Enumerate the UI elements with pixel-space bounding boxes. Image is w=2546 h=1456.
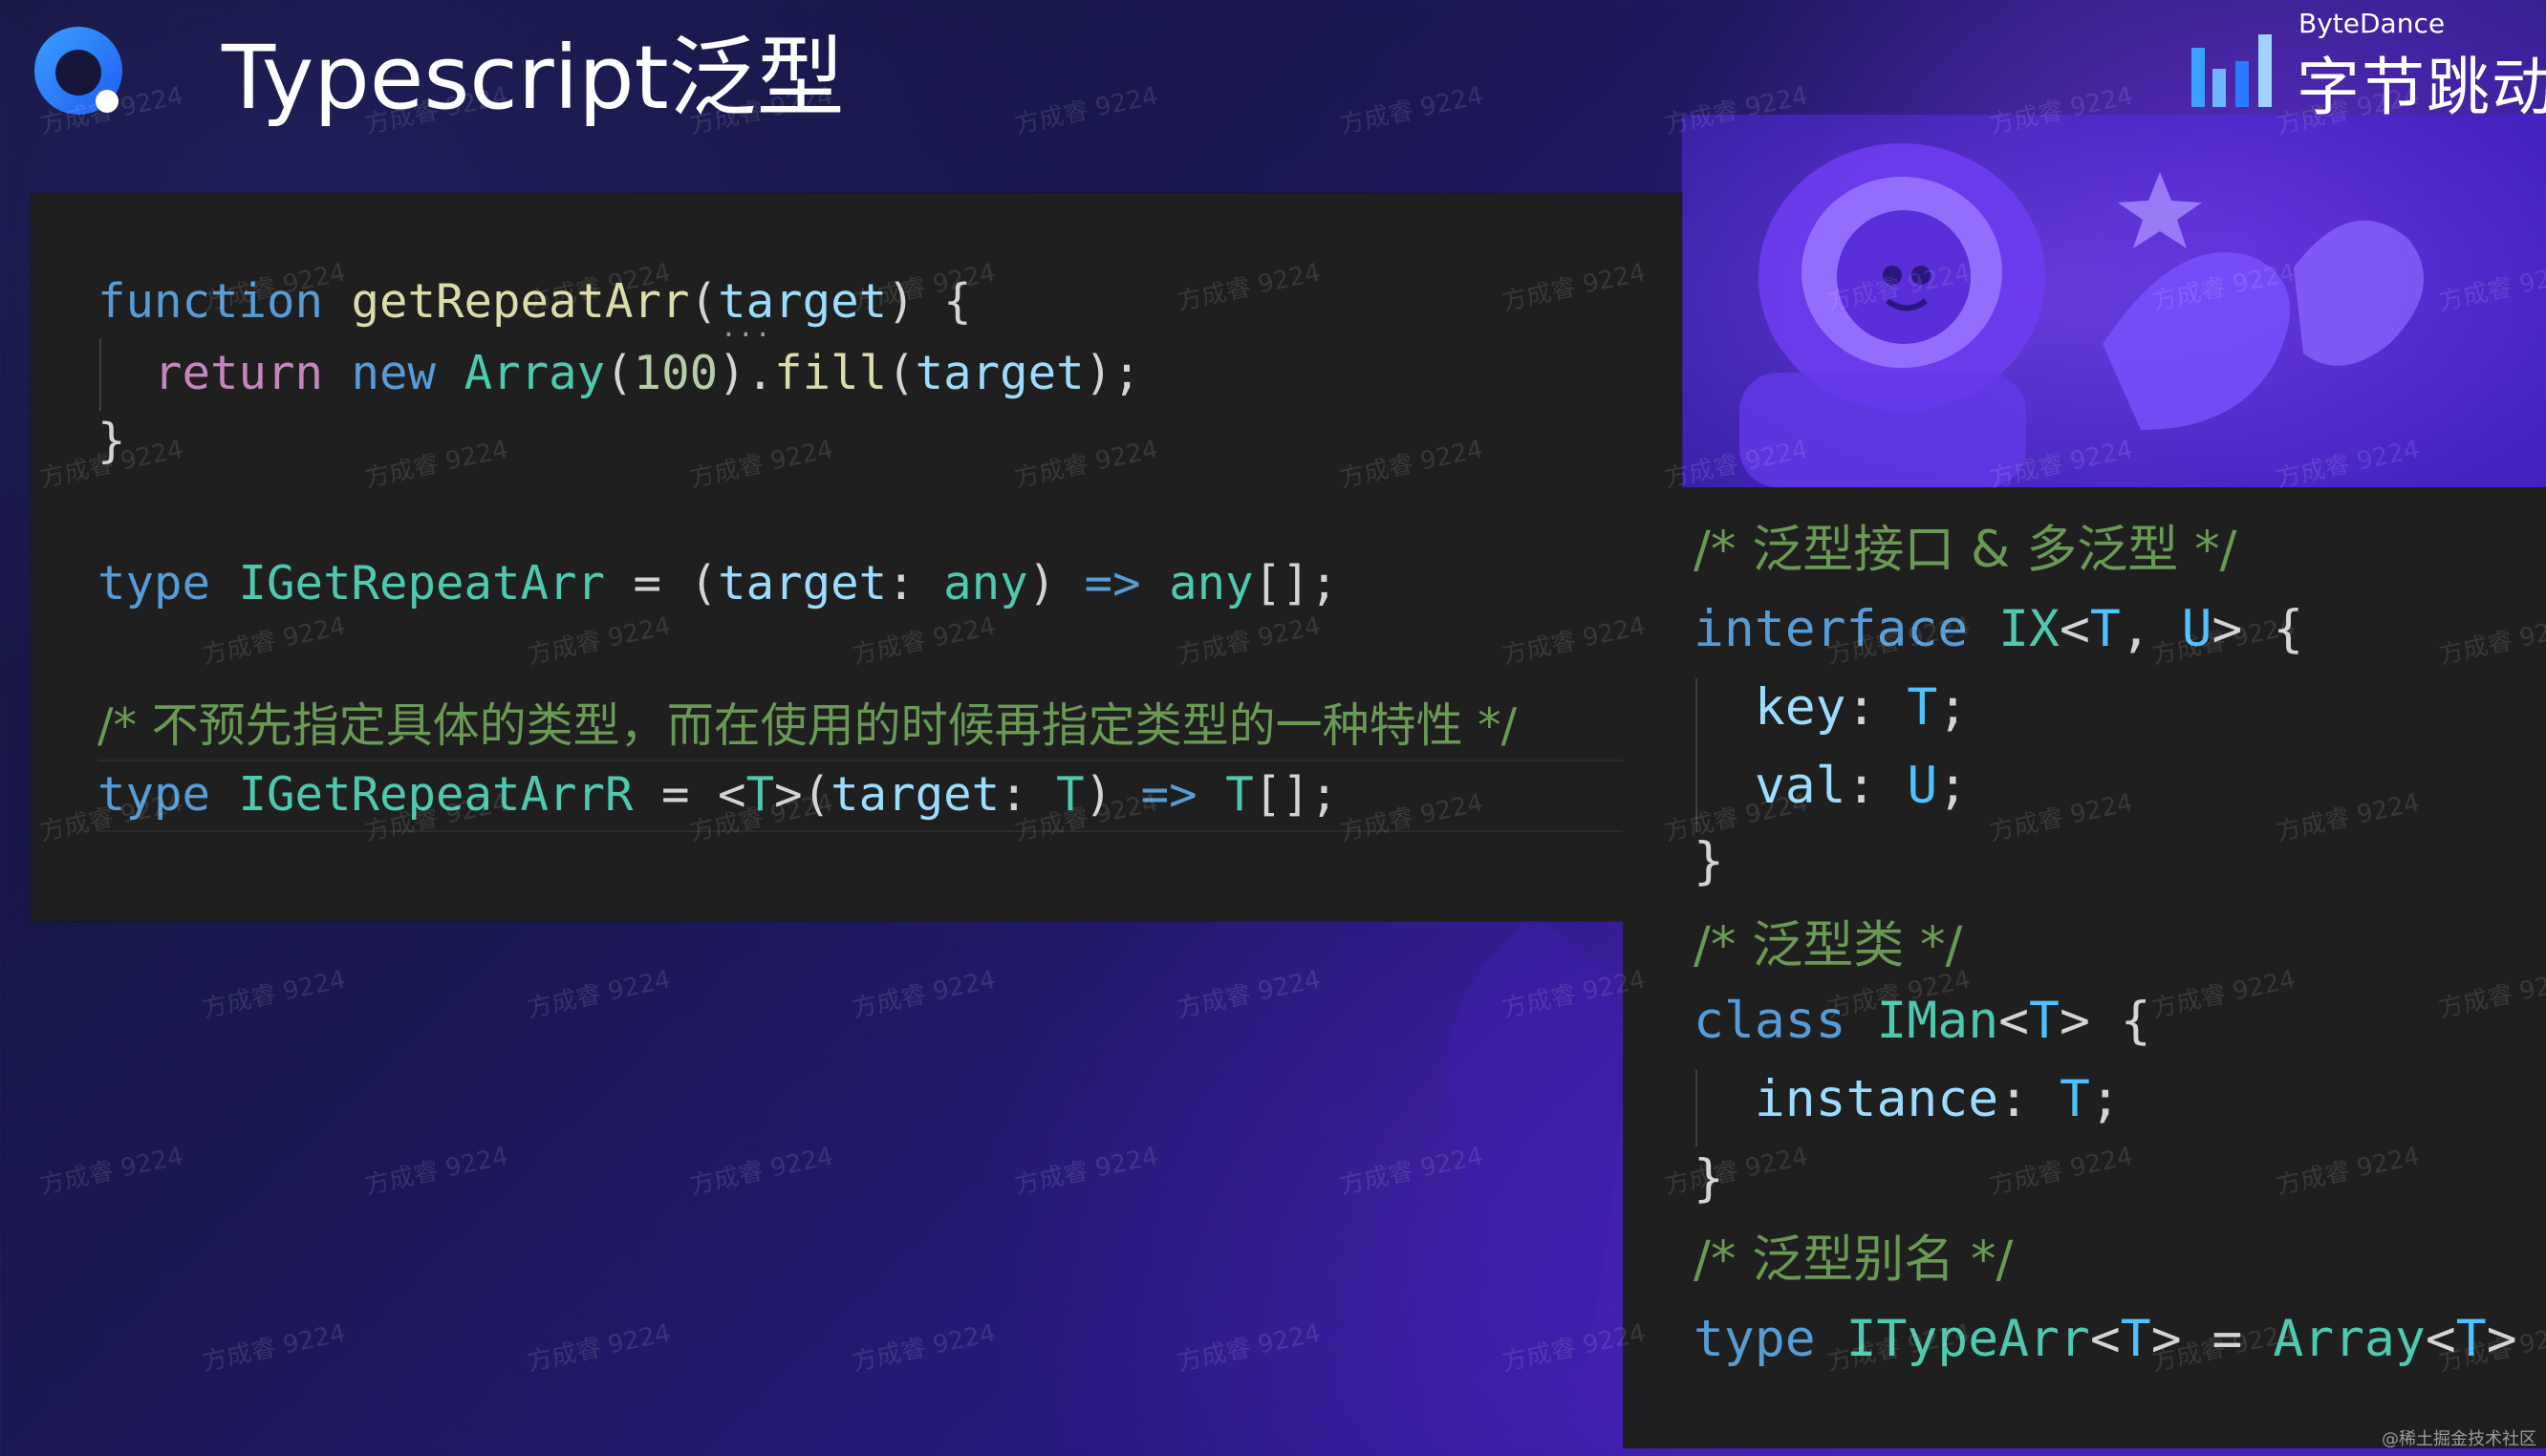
code-token: ).: [718, 346, 775, 400]
code-token: /* 不预先指定具体的类型，而在使用的时候再指定类型的一种特性 */: [97, 698, 1518, 753]
code-token: type: [1694, 1310, 1816, 1368]
watermark-text: 方成睿 9224: [1012, 1142, 1161, 1201]
watermark-text: 方成睿 9224: [362, 1142, 511, 1201]
credit-text: @稀土掘金技术社区: [2382, 1429, 2536, 1449]
code-token: type: [97, 556, 211, 610]
code-token: /* 泛型接口 & 多泛型 */: [1694, 521, 2237, 579]
code-token: :: [1998, 1070, 2060, 1128]
watermark-text: 方成睿 9224: [200, 1318, 349, 1378]
code-token: return: [154, 346, 324, 400]
watermark-text: 方成睿 9224: [1175, 965, 1324, 1024]
code-token: <: [2089, 1310, 2121, 1368]
code-token: (: [887, 346, 916, 400]
code-line: /* 不预先指定具体的类型，而在使用的时候再指定类型的一种特性 */: [97, 696, 1517, 757]
code-token: 100: [633, 346, 719, 400]
code-token: target: [915, 346, 1085, 400]
code-line: type IGetRepeatArr = (target: any) => an…: [97, 553, 1338, 614]
code-token: key: [1754, 678, 1846, 737]
code-token: (: [689, 274, 719, 329]
code-token: Array: [464, 346, 606, 400]
code-token: class: [1694, 992, 1846, 1050]
code-token: U: [1907, 757, 1938, 815]
bytedance-bars-icon: [2191, 34, 2272, 107]
watermark-text: 方成睿 9224: [525, 1318, 674, 1378]
watermark-text: 方成睿 9224: [687, 1142, 836, 1201]
code-line: /* 泛型别名 */: [1694, 1230, 2013, 1291]
code-token: T: [1225, 767, 1254, 822]
watermark-text: 方成睿 9224: [850, 1318, 999, 1378]
code-line: key: T;: [1694, 677, 1968, 739]
code-line: instance: T;: [1694, 1069, 2121, 1130]
astronaut-illustration: [1682, 115, 2546, 487]
code-line: /* 泛型接口 & 多泛型 */: [1694, 520, 2236, 581]
code-line: type ITypeArr<T> = Array<T>: [1694, 1309, 2517, 1370]
code-token: fill: [774, 346, 888, 400]
watermark-text: 方成睿 9224: [525, 965, 674, 1024]
watermark-text: 方成睿 9224: [200, 965, 349, 1024]
code-token: :: [1845, 678, 1908, 737]
code-token: any: [1169, 556, 1254, 610]
code-token: IX: [1998, 600, 2060, 658]
code-token: :: [1845, 757, 1908, 815]
code-token: ;: [1937, 757, 1969, 815]
code-token: T: [2029, 992, 2060, 1050]
code-token: /* 泛型类 */: [1694, 916, 1963, 974]
code-token: /* 泛型别名 */: [1694, 1231, 2014, 1289]
code-token: any: [943, 556, 1028, 610]
brand-english: ByteDance: [2298, 8, 2446, 39]
watermark-text: 方成睿 9224: [850, 965, 999, 1024]
code-token: T: [2120, 1310, 2151, 1368]
code-token: T: [1907, 678, 1938, 737]
code-token: (: [605, 346, 634, 400]
code-token: new: [351, 346, 437, 400]
code-token: ): [1027, 556, 1085, 610]
code-token: <: [1998, 992, 2030, 1050]
watermark-text: 方成睿 9224: [1175, 1318, 1324, 1378]
code-token: ;: [2089, 1070, 2121, 1128]
code-token: target: [718, 556, 888, 610]
code-line: return new Array(100).fill(target);: [97, 343, 1141, 404]
code-token: instance: [1754, 1070, 1999, 1128]
code-token: T: [2059, 1070, 2090, 1128]
watermark-text: 方成睿 9224: [1012, 81, 1161, 140]
code-token: [];: [1253, 556, 1339, 610]
code-token: > {: [2059, 992, 2151, 1050]
code-token: T: [2089, 600, 2121, 658]
watermark-text: 方成睿 9224: [1337, 81, 1486, 140]
code-panel-right: /* 泛型接口 & 多泛型 */ interface IX<T, U> { ke…: [1623, 487, 2546, 1448]
code-token: :: [887, 556, 944, 610]
code-line: /* 泛型类 */: [1694, 915, 1962, 976]
code-token: );: [1084, 346, 1141, 400]
code-token: <: [2059, 600, 2090, 658]
code-token: [];: [1253, 767, 1339, 822]
code-token: target: [831, 767, 1001, 822]
watermark-text: 方成睿 9224: [37, 1142, 186, 1201]
code-token: IGetRepeatArr: [238, 556, 606, 610]
code-token: =>: [1084, 556, 1141, 610]
code-token: = (: [605, 556, 719, 610]
code-token: ;: [1937, 678, 1969, 737]
